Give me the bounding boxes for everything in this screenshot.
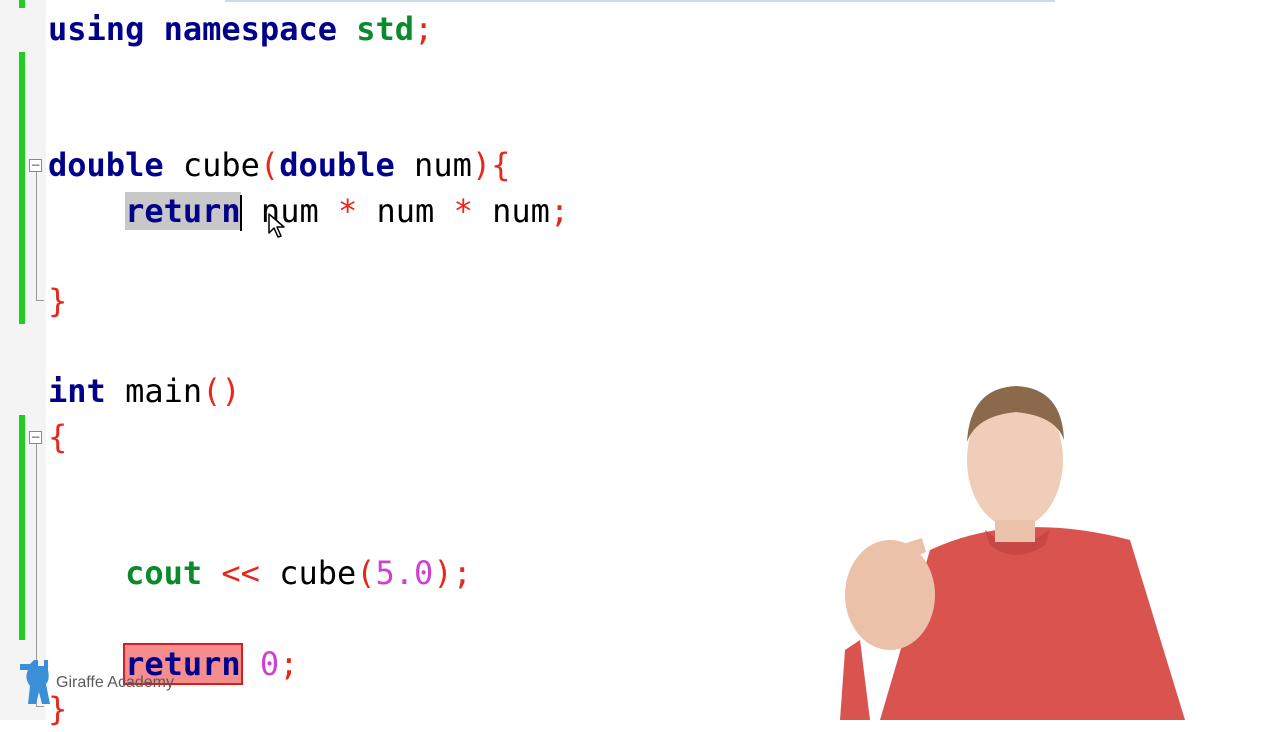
brace: { — [491, 146, 511, 184]
identifier: num — [492, 192, 550, 230]
paren: ) — [471, 146, 492, 184]
paren: ( — [259, 146, 280, 184]
param-name: num — [414, 146, 472, 184]
change-bar — [19, 415, 25, 640]
fold-collapse-icon[interactable]: − — [29, 431, 42, 444]
code-line-cout[interactable]: cout << cube(5.0); — [48, 550, 472, 596]
number-literal: 5.0 — [375, 554, 434, 592]
change-bar — [19, 0, 25, 8]
code-line-using[interactable]: using namespace std; — [48, 6, 433, 52]
code-line-main-open[interactable]: { — [48, 414, 67, 460]
number-literal: 0 — [259, 645, 280, 683]
change-bar — [19, 52, 25, 324]
top-rule — [225, 0, 1055, 2]
semicolon: ; — [279, 645, 299, 683]
brace: { — [48, 418, 68, 456]
identifier: num — [376, 192, 435, 230]
brace: } — [48, 282, 68, 320]
function-name: cube — [182, 146, 260, 184]
semicolon: ; — [549, 192, 570, 230]
function-call: cube — [279, 554, 357, 592]
function-name: main — [125, 372, 203, 410]
semicolon: ; — [414, 10, 434, 48]
mouse-pointer-icon — [268, 213, 285, 238]
code-line-main-signature[interactable]: int main() — [48, 368, 241, 414]
return-type: int — [48, 372, 106, 410]
code-line-func-signature[interactable]: double cube(double num){ — [48, 142, 510, 188]
fold-end — [36, 300, 44, 301]
param-type: double — [279, 146, 395, 184]
code-line-func-close[interactable]: } — [48, 278, 67, 324]
code-line-func-body[interactable]: return num * num * num; — [48, 188, 569, 234]
watermark-text: Giraffe Academy — [56, 674, 174, 691]
paren: ) — [433, 554, 453, 592]
selected-return-keyword[interactable]: return — [125, 192, 241, 230]
namespace-identifier: std — [356, 10, 415, 48]
text-cursor — [239, 195, 242, 231]
fold-line — [36, 172, 37, 300]
keyword: using — [48, 10, 145, 48]
identifier: cout — [125, 554, 203, 592]
paren: () — [202, 372, 241, 410]
fold-collapse-icon[interactable]: − — [29, 159, 42, 172]
operator: << — [221, 554, 260, 592]
paren: ( — [356, 554, 376, 592]
semicolon: ; — [452, 554, 472, 592]
presenter-video — [840, 386, 1185, 720]
operator: * — [453, 192, 473, 230]
operator: * — [337, 192, 358, 230]
keyword: namespace — [163, 10, 337, 48]
return-type: double — [48, 146, 164, 184]
